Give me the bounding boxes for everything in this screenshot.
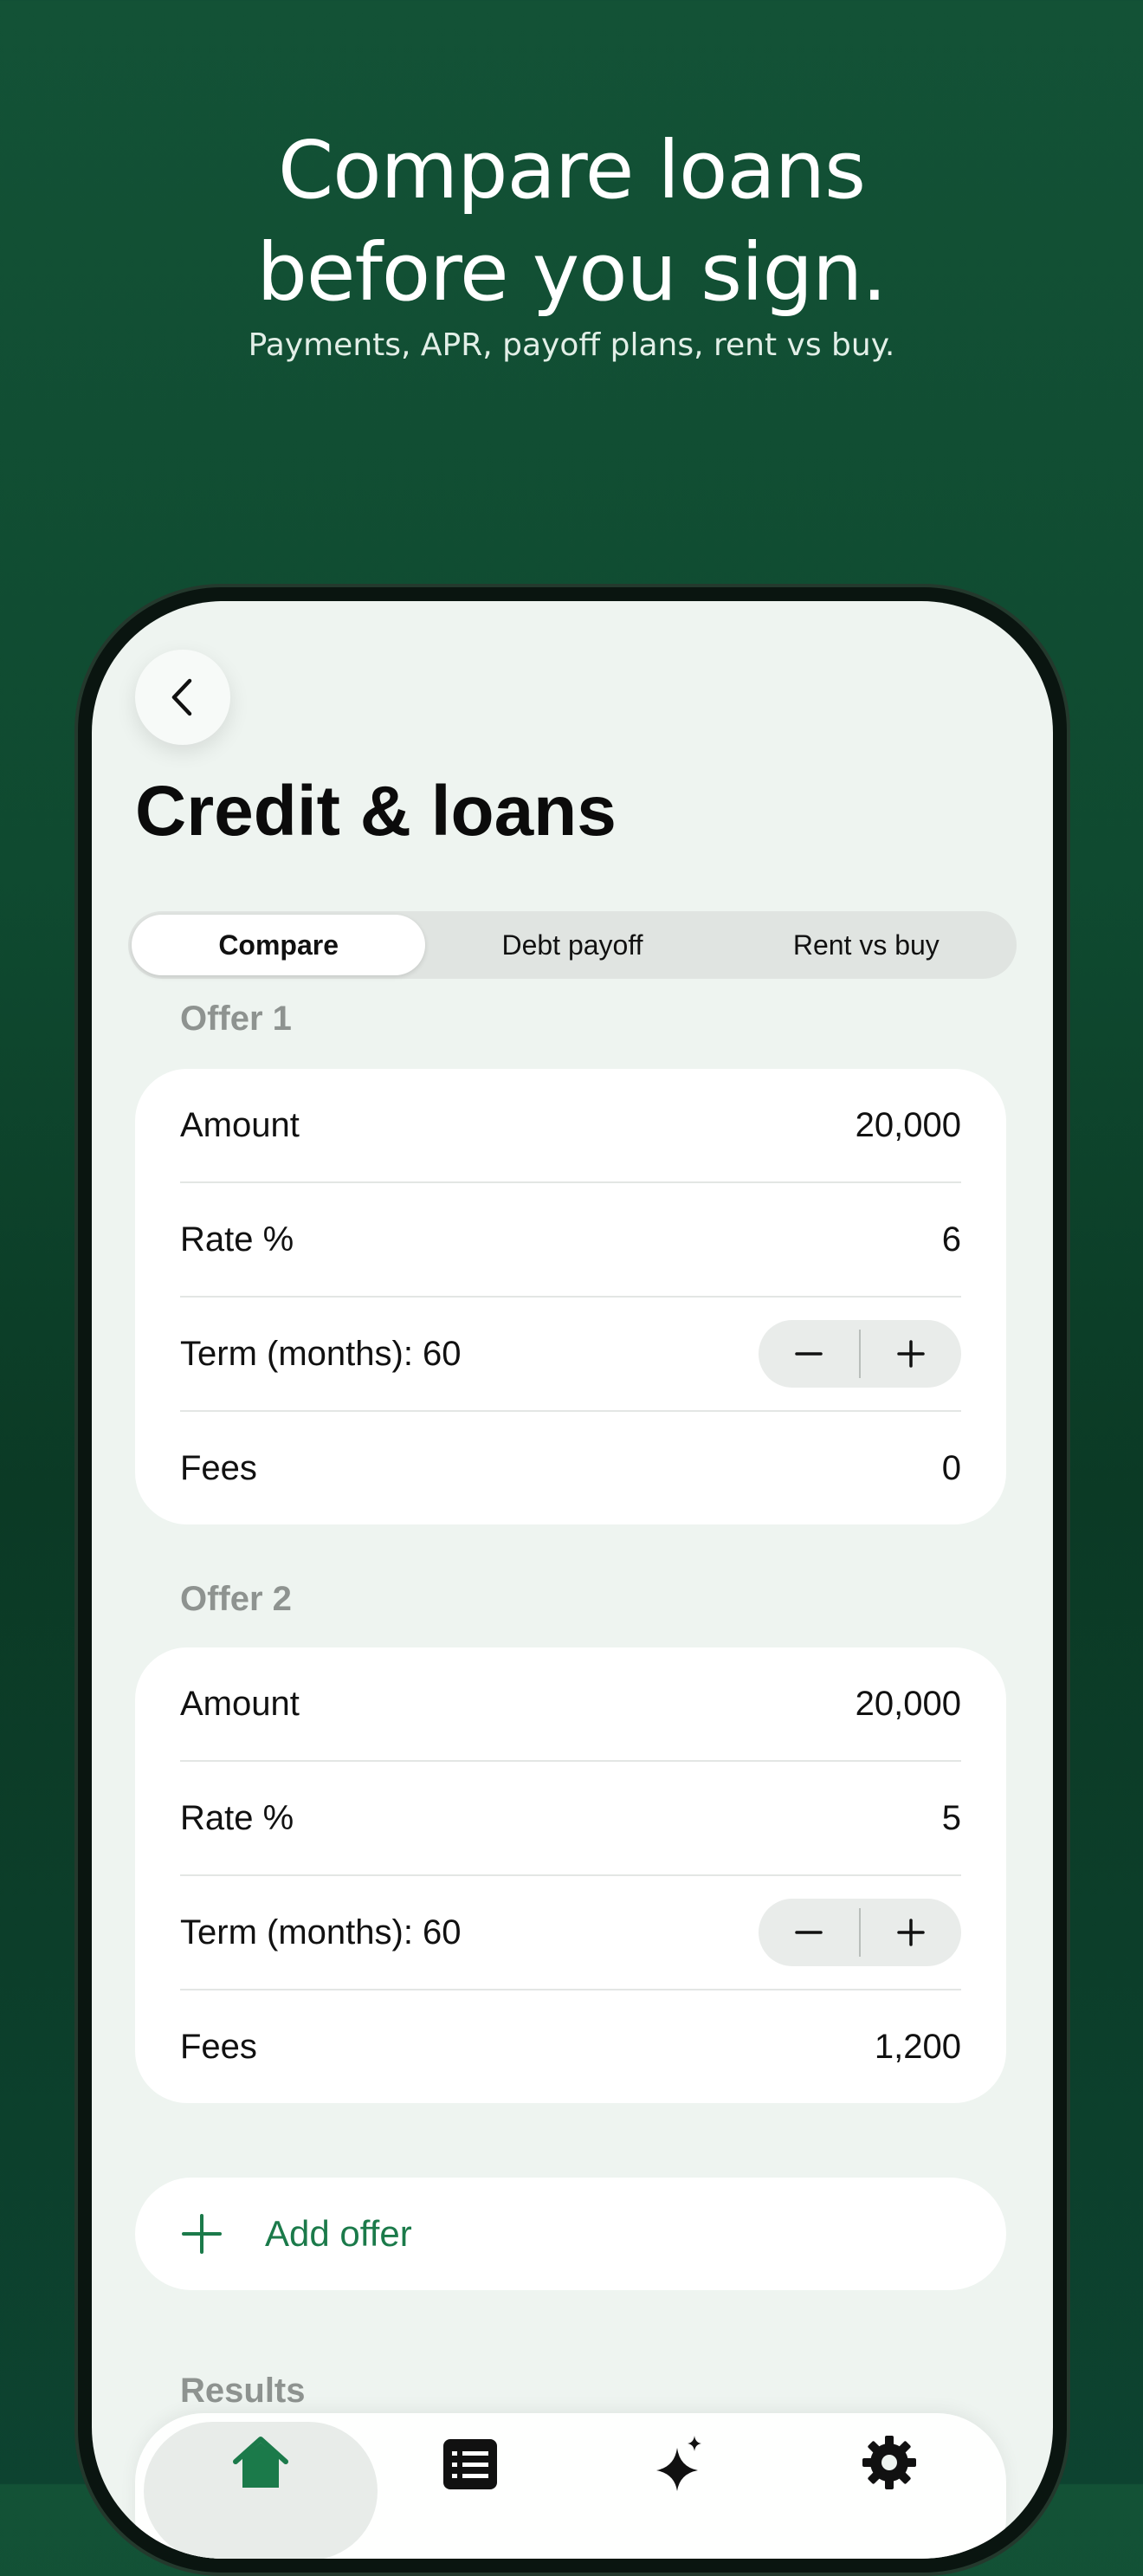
marketing-headline: Compare loans before you sign. bbox=[0, 120, 1143, 324]
decrement-button[interactable] bbox=[759, 1899, 859, 1966]
offer-1-term-row: Term (months): 60 bbox=[180, 1298, 961, 1412]
marketing-subhead: Payments, APR, payoff plans, rent vs buy… bbox=[248, 327, 895, 363]
add-offer-button[interactable]: Add offer bbox=[135, 2178, 1006, 2290]
offer-1-rate-row[interactable]: Rate % 6 bbox=[180, 1183, 961, 1298]
headline-line-1: Compare loans bbox=[277, 124, 866, 217]
offer-2-term-row: Term (months): 60 bbox=[180, 1876, 961, 1990]
app-screen: Credit & loans Compare Debt payoff Rent … bbox=[92, 601, 1053, 2559]
offer-2-amount-row[interactable]: Amount 20,000 bbox=[180, 1647, 961, 1762]
back-button[interactable] bbox=[135, 650, 230, 745]
term-label: Term (months): 60 bbox=[180, 1913, 462, 1951]
rate-value[interactable]: 6 bbox=[942, 1220, 961, 1259]
decrement-button[interactable] bbox=[759, 1320, 859, 1388]
offer-2-label: Offer 2 bbox=[180, 1580, 292, 1618]
segment-compare[interactable]: Compare bbox=[132, 915, 426, 975]
segment-debt-payoff[interactable]: Debt payoff bbox=[425, 915, 719, 975]
amount-label: Amount bbox=[180, 1684, 300, 1723]
results-label: Results bbox=[180, 2372, 306, 2410]
page-title: Credit & loans bbox=[135, 772, 617, 851]
minus-icon bbox=[795, 1931, 823, 1934]
chevron-left-icon bbox=[171, 678, 192, 716]
increment-button[interactable] bbox=[861, 1320, 961, 1388]
plus-icon bbox=[897, 1340, 925, 1368]
offer-2-fees-row[interactable]: Fees 1,200 bbox=[180, 1990, 961, 2103]
plus-icon bbox=[180, 2212, 223, 2256]
add-offer-label: Add offer bbox=[265, 2213, 412, 2254]
amount-label: Amount bbox=[180, 1105, 300, 1144]
term-label: Term (months): 60 bbox=[180, 1334, 462, 1373]
term-stepper bbox=[759, 1899, 961, 1966]
fees-label: Fees bbox=[180, 2027, 257, 2066]
segment-rent-vs-buy[interactable]: Rent vs buy bbox=[720, 915, 1013, 975]
rate-label: Rate % bbox=[180, 1798, 294, 1837]
offer-1-card: Amount 20,000 Rate % 6 Term (months): 60… bbox=[135, 1069, 1006, 1524]
fees-label: Fees bbox=[180, 1448, 257, 1487]
rate-label: Rate % bbox=[180, 1220, 294, 1259]
offer-1-label: Offer 1 bbox=[180, 1000, 292, 1038]
segmented-control: Compare Debt payoff Rent vs buy bbox=[128, 911, 1017, 979]
term-stepper bbox=[759, 1320, 961, 1388]
increment-button[interactable] bbox=[861, 1899, 961, 1966]
fees-value[interactable]: 0 bbox=[942, 1449, 961, 1488]
offer-2-rate-row[interactable]: Rate % 5 bbox=[180, 1762, 961, 1876]
offer-2-card: Amount 20,000 Rate % 5 Term (months): 60… bbox=[135, 1647, 1006, 2103]
rate-value[interactable]: 5 bbox=[942, 1799, 961, 1838]
amount-value[interactable]: 20,000 bbox=[856, 1685, 961, 1724]
offer-1-fees-row[interactable]: Fees 0 bbox=[180, 1412, 961, 1524]
tab-bar bbox=[135, 2413, 1006, 2559]
amount-value[interactable]: 20,000 bbox=[856, 1106, 961, 1145]
offer-1-amount-row[interactable]: Amount 20,000 bbox=[180, 1069, 961, 1183]
headline-line-2: before you sign. bbox=[256, 226, 887, 319]
plus-icon bbox=[897, 1919, 925, 1946]
minus-icon bbox=[795, 1352, 823, 1356]
fees-value[interactable]: 1,200 bbox=[875, 2028, 961, 2067]
